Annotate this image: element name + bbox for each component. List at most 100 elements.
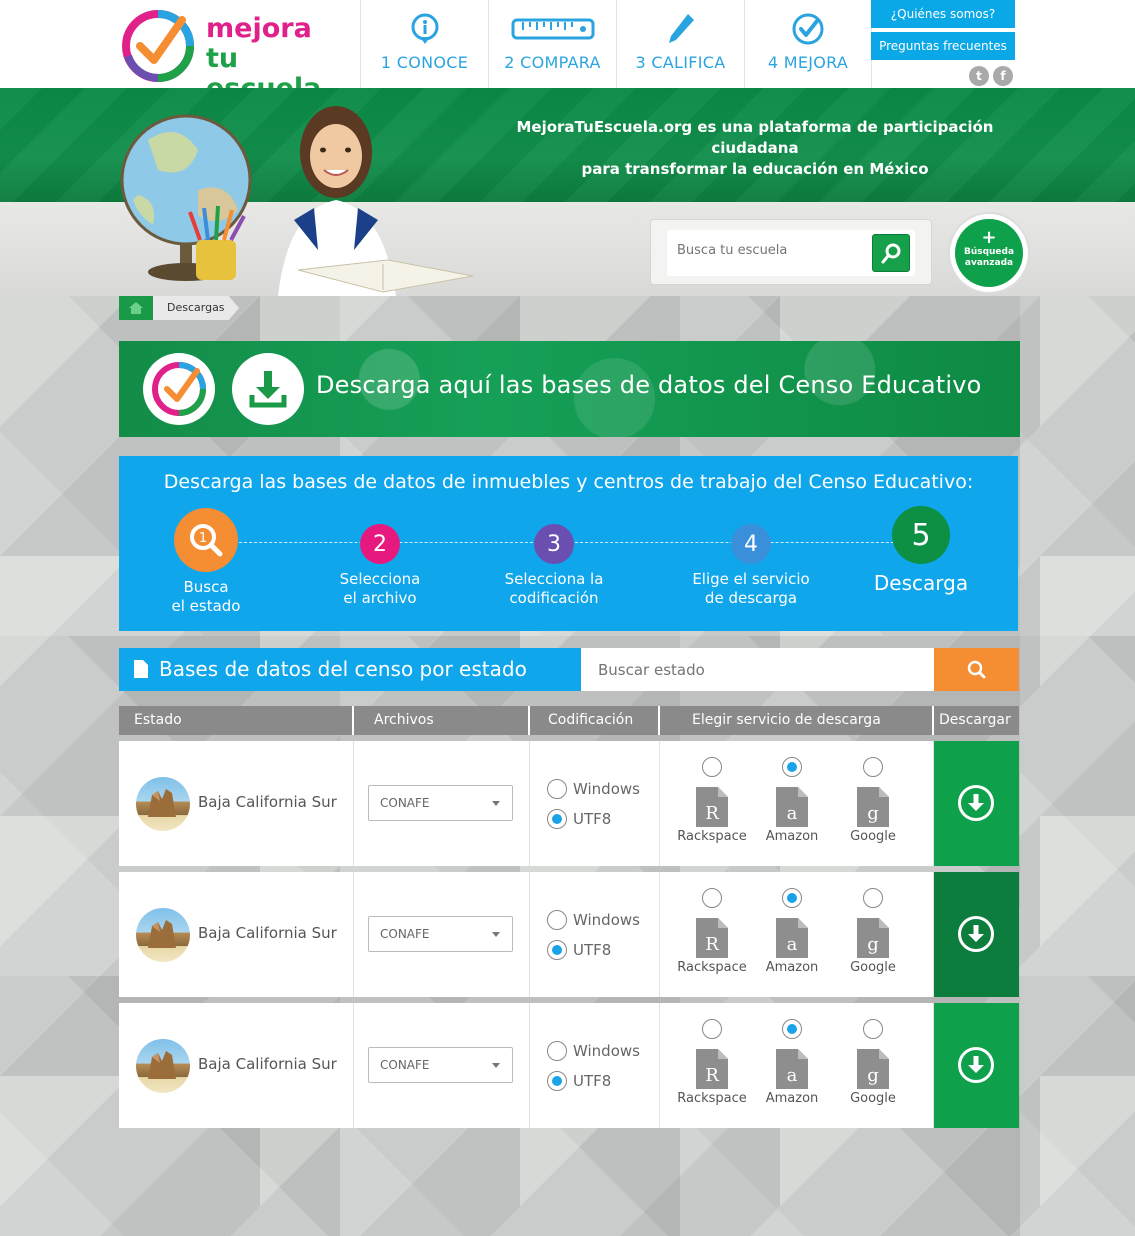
step-1: 1 Busca el estado — [153, 508, 259, 616]
service-name: Amazon — [765, 960, 819, 975]
service-cell: R Rackspace a Amazon g Google — [660, 872, 934, 997]
download-button[interactable] — [934, 741, 1019, 866]
download-arrow-icon — [958, 1047, 994, 1083]
svg-text:g: g — [867, 1065, 879, 1086]
main-nav: 1 CONOCE 2 COMPARA 3 CALIFICA 4 MEJORA — [360, 0, 872, 88]
step-4-line-1: Elige el servicio — [692, 570, 810, 588]
encoding-option-utf8[interactable]: UTF8 — [547, 1071, 611, 1091]
state-cell: Baja California Sur — [119, 741, 354, 866]
state-search-button[interactable] — [934, 648, 1019, 691]
encoding-option-windows[interactable]: Windows — [547, 779, 640, 799]
school-search-input[interactable] — [677, 243, 867, 258]
service-radio[interactable] — [782, 1019, 802, 1039]
step-3-line-2: codificación — [509, 589, 599, 607]
service-name: Rackspace — [677, 829, 747, 844]
nav-conoce[interactable]: 1 CONOCE — [360, 0, 488, 88]
search-icon — [881, 243, 901, 264]
encoding-label-windows: Windows — [573, 911, 640, 929]
download-button[interactable] — [934, 1003, 1019, 1128]
encoding-radio-utf8[interactable] — [547, 809, 567, 829]
about-us-button[interactable]: ¿Quiénes somos? — [871, 0, 1015, 28]
info-icon — [361, 12, 488, 48]
service-option-amazon[interactable]: a Amazon — [757, 757, 827, 844]
table-row: Baja California Sur CONAFE Windows UTF8 — [119, 872, 1019, 997]
breadcrumb-home[interactable] — [119, 296, 153, 320]
encoding-cell: Windows UTF8 — [530, 872, 660, 997]
service-option-google[interactable]: g Google — [838, 1019, 908, 1106]
service-option-rackspace[interactable]: R Rackspace — [677, 1019, 747, 1106]
step-1-line-1: Busca — [183, 578, 229, 596]
encoding-radio-utf8[interactable] — [547, 940, 567, 960]
twitter-icon[interactable]: t — [969, 66, 989, 86]
service-radio[interactable] — [863, 888, 883, 908]
service-option-amazon[interactable]: a Amazon — [757, 888, 827, 975]
file-select[interactable]: CONAFE — [368, 1047, 513, 1083]
faq-button[interactable]: Preguntas frecuentes — [871, 32, 1015, 60]
step-3: 3 Selecciona la codificación — [488, 524, 620, 608]
advanced-search-circle: + Búsqueda avanzada — [955, 219, 1023, 287]
encoding-radio-windows[interactable] — [547, 779, 567, 799]
service-radio[interactable] — [702, 888, 722, 908]
download-steps-panel: Descarga las bases de datos de inmuebles… — [119, 456, 1018, 631]
file-select-value: CONAFE — [380, 1058, 430, 1072]
file-select[interactable]: CONAFE — [368, 916, 513, 952]
table-row: Baja California Sur CONAFE Windows UTF8 — [119, 741, 1019, 866]
nav-mejora[interactable]: 4 MEJORA — [744, 0, 872, 88]
column-header-codificacion: Codificación — [530, 706, 660, 735]
step-5-label: Descarga — [873, 571, 969, 595]
service-radio[interactable] — [782, 888, 802, 908]
service-option-google[interactable]: g Google — [838, 757, 908, 844]
facebook-icon[interactable]: f — [993, 66, 1013, 86]
advanced-search-line-1: Búsqueda — [963, 247, 1015, 257]
svg-text:1: 1 — [199, 531, 207, 546]
step-5: 5 Descarga — [861, 506, 981, 593]
service-option-rackspace[interactable]: R Rackspace — [677, 757, 747, 844]
ruler-icon — [489, 12, 616, 48]
file-select-value: CONAFE — [380, 927, 430, 941]
step-3-label: Selecciona la codificación — [488, 570, 620, 608]
chevron-down-icon — [492, 1063, 500, 1068]
hero-tagline: MejoraTuEscuela.org es una plataforma de… — [490, 117, 1020, 180]
home-icon — [129, 302, 143, 314]
service-radio[interactable] — [702, 757, 722, 777]
step-2-line-1: Selecciona — [339, 570, 421, 588]
table-header: Estado Archivos Codificación Elegir serv… — [119, 706, 1019, 735]
site-logo[interactable]: mejora tu escuela — [120, 6, 360, 104]
steps-title: Descarga las bases de datos de inmuebles… — [163, 471, 974, 493]
service-radio[interactable] — [702, 1019, 722, 1039]
document-icon — [134, 660, 148, 678]
service-option-amazon[interactable]: a Amazon — [757, 1019, 827, 1106]
encoding-label-utf8: UTF8 — [573, 1072, 612, 1090]
service-radio[interactable] — [863, 1019, 883, 1039]
service-option-rackspace[interactable]: R Rackspace — [677, 888, 747, 975]
advanced-search-button[interactable]: + Búsqueda avanzada — [950, 214, 1028, 292]
hero-tagline-line-1: MejoraTuEscuela.org es una plataforma de… — [516, 118, 994, 157]
school-search-field-wrap — [667, 230, 915, 276]
table-section-title: Bases de datos del censo por estado — [159, 657, 527, 681]
encoding-option-windows[interactable]: Windows — [547, 1041, 640, 1061]
school-search-button[interactable] — [872, 234, 910, 272]
magnifier-icon: 1 — [174, 508, 238, 572]
step-1-line-2: el estado — [171, 597, 241, 615]
state-search-input[interactable] — [581, 648, 934, 691]
service-radio[interactable] — [863, 757, 883, 777]
service-option-google[interactable]: g Google — [838, 888, 908, 975]
service-name: Google — [850, 960, 896, 975]
nav-califica[interactable]: 3 CALIFICA — [616, 0, 744, 88]
nav-compara[interactable]: 2 COMPARA — [488, 0, 616, 88]
encoding-radio-windows[interactable] — [547, 1041, 567, 1061]
encoding-option-utf8[interactable]: UTF8 — [547, 940, 611, 960]
service-radio[interactable] — [782, 757, 802, 777]
encoding-radio-utf8[interactable] — [547, 1071, 567, 1091]
service-name: Google — [850, 829, 896, 844]
encoding-option-utf8[interactable]: UTF8 — [547, 809, 611, 829]
encoding-radio-windows[interactable] — [547, 910, 567, 930]
rackspace-file-icon: R — [696, 1049, 728, 1089]
encoding-option-windows[interactable]: Windows — [547, 910, 640, 930]
download-banner: Descarga aquí las bases de datos del Cen… — [119, 341, 1020, 437]
download-button[interactable] — [934, 872, 1019, 997]
pencil-icon — [617, 12, 744, 48]
file-select[interactable]: CONAFE — [368, 785, 513, 821]
step-2: 2 Selecciona el archivo — [315, 524, 445, 608]
file-cell: CONAFE — [354, 741, 530, 866]
